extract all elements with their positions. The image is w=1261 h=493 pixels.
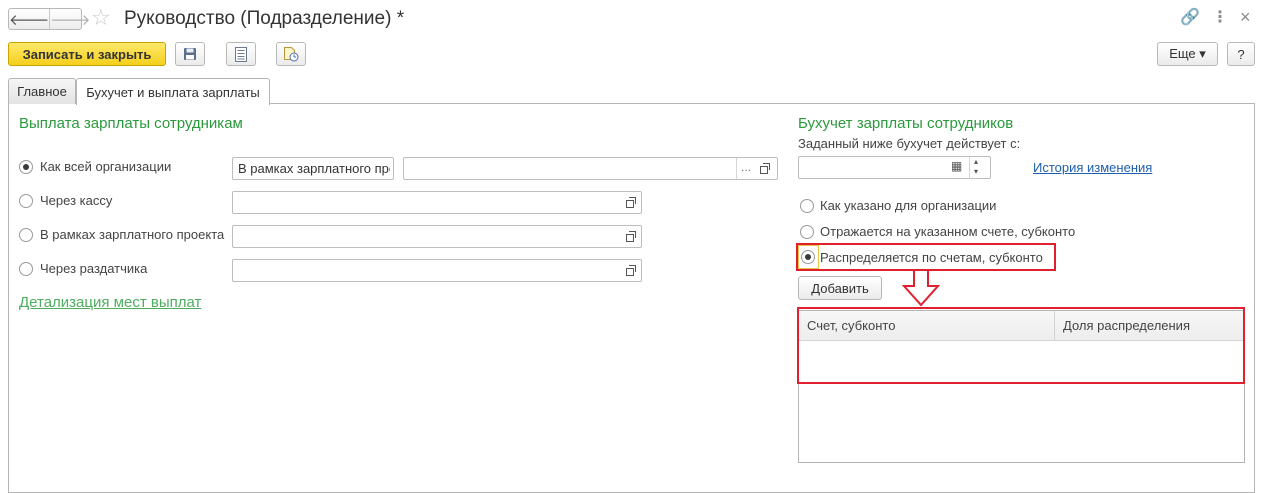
radio-payment-project[interactable]: [19, 228, 33, 242]
radio-payment-distributor-label: Через раздатчика: [40, 261, 148, 276]
tab-main[interactable]: Главное: [8, 78, 76, 104]
ellipsis-select-icon[interactable]: ...: [741, 160, 751, 174]
radio-payment-cash[interactable]: [19, 194, 33, 208]
org-payment-place-field[interactable]: ...: [403, 157, 778, 180]
radio-accounting-distributed[interactable]: [801, 250, 815, 264]
open-icon[interactable]: [760, 163, 770, 174]
radio-accounting-account[interactable]: [800, 225, 814, 239]
forward-button[interactable]: 🡒: [49, 9, 90, 29]
radio-payment-project-label: В рамках зарплатного проекта: [40, 227, 225, 242]
save-and-close-button[interactable]: Записать и закрыть: [8, 42, 166, 66]
open-icon[interactable]: [626, 231, 636, 242]
payment-details-link[interactable]: Детализация мест выплат: [19, 294, 201, 311]
arrow-right-icon: 🡒: [50, 11, 91, 29]
effective-date-label: Заданный ниже бухучет действует с:: [798, 136, 1021, 151]
floppy-disk-icon: [184, 48, 196, 60]
radio-payment-org-label: Как всей организации: [40, 159, 172, 174]
link-icon[interactable]: 🔗: [1180, 8, 1200, 28]
radio-payment-distributor[interactable]: [19, 262, 33, 276]
radio-accounting-org[interactable]: [800, 199, 814, 213]
radio-payment-cash-label: Через кассу: [40, 193, 113, 208]
report-history-button[interactable]: [276, 42, 306, 66]
org-payment-mode-field[interactable]: В рамках зарплатного про: [232, 157, 394, 180]
close-icon[interactable]: ×: [1240, 7, 1251, 27]
back-button[interactable]: 🡐: [9, 9, 49, 29]
open-icon[interactable]: [626, 197, 636, 208]
radio-accounting-distributed-label: Распределяется по счетам, субконто: [820, 250, 1043, 265]
payment-section-title: Выплата зарплаты сотрудникам: [19, 115, 243, 132]
document-list-button[interactable]: [226, 42, 256, 66]
open-icon[interactable]: [626, 265, 636, 276]
radio-accounting-org-label: Как указано для организации: [820, 198, 997, 213]
calendar-icon[interactable]: ▦: [951, 159, 962, 173]
window-title: Руководство (Подразделение) *: [124, 8, 405, 29]
org-payment-mode-value: В рамках зарплатного про: [238, 161, 390, 176]
menu-dots-icon[interactable]: ⋮: [1212, 8, 1228, 28]
more-actions-button[interactable]: Еще ▾: [1157, 42, 1218, 66]
arrow-left-icon: 🡐: [9, 11, 50, 29]
document-clock-icon: [284, 47, 299, 62]
radio-payment-org[interactable]: [19, 160, 33, 174]
cash-desk-field[interactable]: [232, 191, 642, 214]
spin-down-icon[interactable]: ▾: [974, 167, 978, 176]
accounting-section-title: Бухучет зарплаты сотрудников: [798, 115, 1014, 132]
help-button[interactable]: ?: [1227, 42, 1255, 66]
field-divider: [969, 157, 970, 178]
arrow-down-icon: [901, 269, 941, 307]
field-divider: [736, 158, 737, 179]
save-button[interactable]: [175, 42, 205, 66]
salary-project-field[interactable]: [232, 225, 642, 248]
add-button[interactable]: Добавить: [798, 276, 882, 300]
history-link[interactable]: История изменения: [1033, 160, 1152, 175]
effective-date-field[interactable]: ▦ ▴ ▾: [798, 156, 991, 179]
spin-up-icon[interactable]: ▴: [974, 157, 978, 166]
distributor-field[interactable]: [232, 259, 642, 282]
list-document-icon: [235, 46, 247, 62]
highlight-box-table: [797, 307, 1245, 384]
tab-accounting-payroll[interactable]: Бухучет и выплата зарплаты: [76, 78, 270, 105]
favorite-star-icon[interactable]: ☆: [91, 5, 111, 31]
history-nav: 🡐 🡒: [8, 8, 90, 30]
radio-accounting-account-label: Отражается на указанном счете, субконто: [820, 224, 1076, 239]
